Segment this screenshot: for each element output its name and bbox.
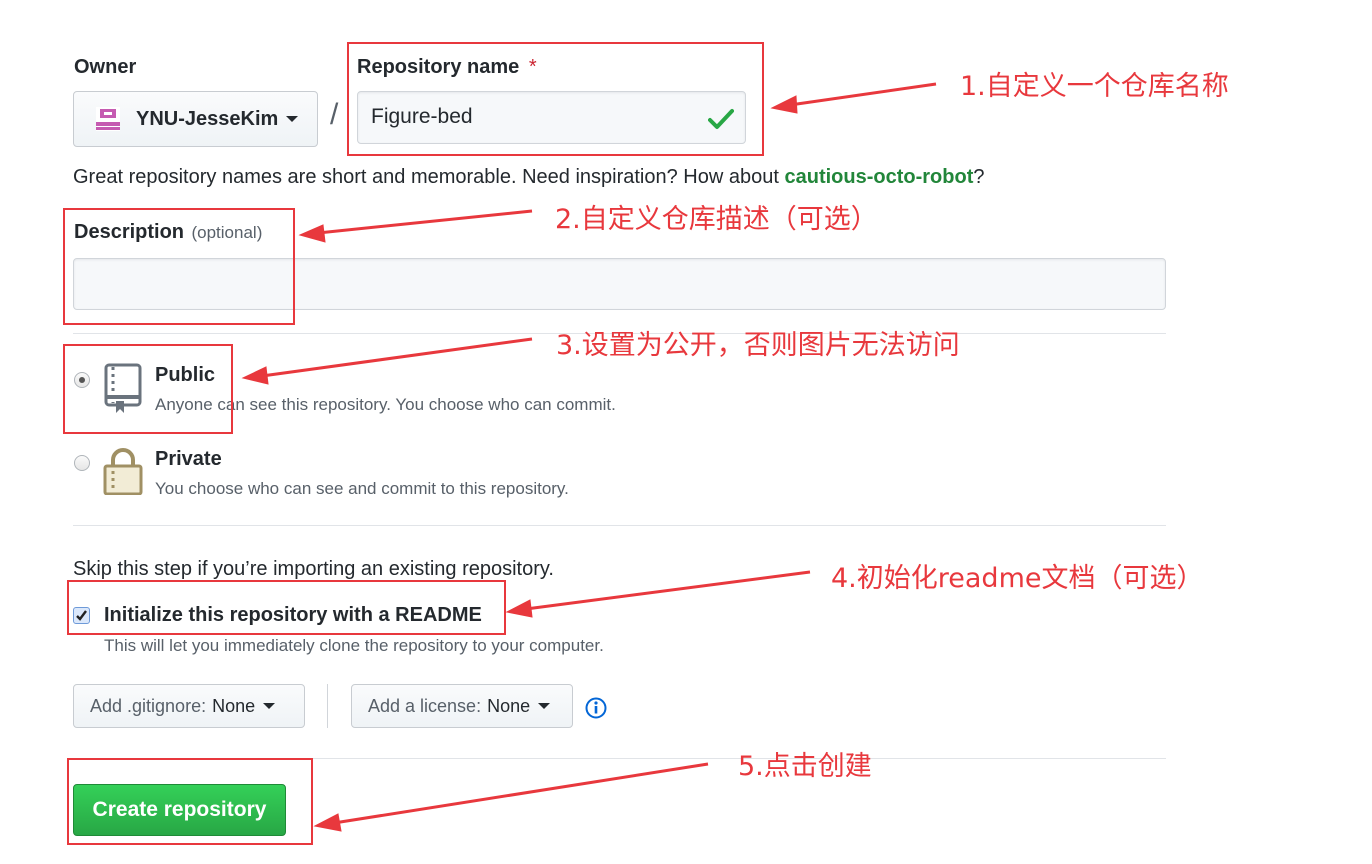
- arrow-4: [525, 570, 811, 611]
- arrow-head-5: [313, 813, 342, 832]
- arrow-head-3: [241, 366, 269, 385]
- annotation-5: 5.点击创建: [738, 751, 872, 782]
- arrow-3: [261, 337, 533, 378]
- annotation-3: 3.设置为公开，否则图片无法访问: [556, 330, 960, 361]
- arrow-2: [317, 209, 533, 235]
- annotation-4: 4.初始化readme文档（可选）: [831, 563, 1204, 594]
- arrow-1: [789, 82, 937, 107]
- arrow-head-2: [298, 224, 326, 243]
- annotation-arrows: [241, 82, 937, 832]
- arrow-head-1: [770, 95, 798, 114]
- arrow-5: [333, 762, 709, 825]
- arrow-head-4: [505, 599, 533, 618]
- annotation-2: 2.自定义仓库描述（可选）: [555, 204, 878, 235]
- annotation-1: 1.自定义一个仓库名称: [960, 71, 1229, 102]
